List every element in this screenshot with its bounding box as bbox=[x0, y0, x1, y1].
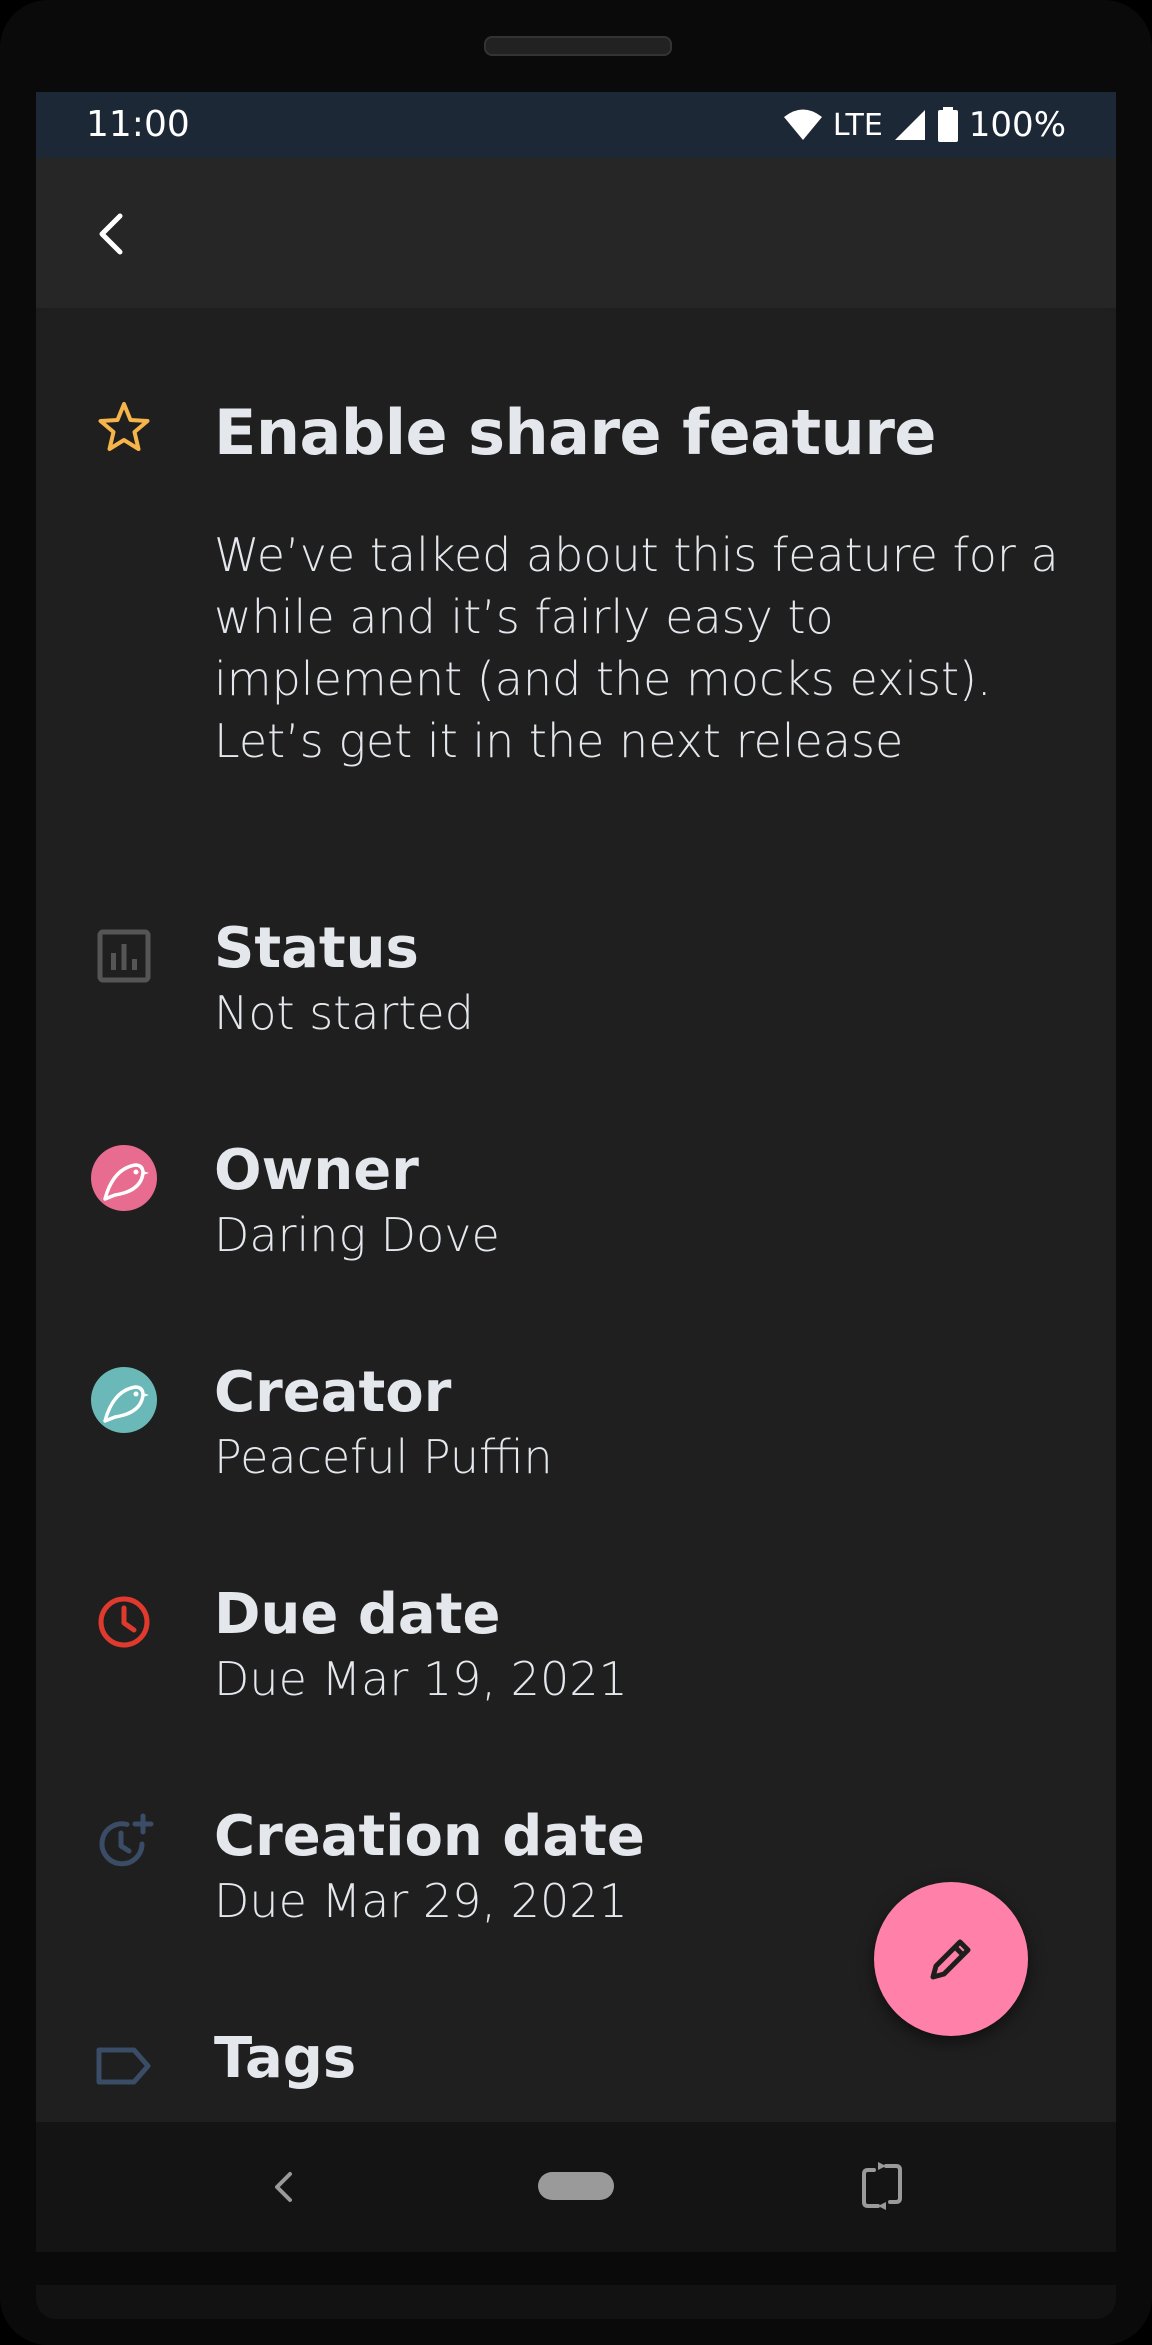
creator-value: Peaceful Puffin bbox=[214, 1430, 553, 1484]
owner-avatar[interactable] bbox=[90, 1144, 158, 1212]
label-icon bbox=[90, 2032, 158, 2100]
clock-plus-icon bbox=[90, 1810, 158, 1878]
tags-label: Tags bbox=[214, 2026, 357, 2091]
clock-icon bbox=[90, 1588, 158, 1656]
device-frame: 11:00 LTE 100% Enable share feature We’v… bbox=[0, 0, 1152, 2345]
nav-back-icon[interactable] bbox=[258, 2162, 308, 2212]
back-button[interactable] bbox=[76, 198, 148, 270]
status-indicators: LTE 100% bbox=[783, 102, 1066, 148]
pencil-icon bbox=[930, 1939, 971, 1980]
system-nav-bar bbox=[36, 2122, 1116, 2252]
star-outline-icon[interactable] bbox=[96, 400, 152, 456]
status-bar: 11:00 LTE 100% bbox=[36, 92, 1116, 158]
creator-avatar[interactable] bbox=[90, 1366, 158, 1434]
owner-value: Daring Dove bbox=[214, 1208, 500, 1262]
network-type: LTE bbox=[832, 107, 883, 143]
owner-field: Owner Daring Dove bbox=[36, 1138, 1116, 1278]
battery-percent: 100% bbox=[968, 105, 1066, 145]
due-date-field: Due date Due Mar 19, 2021 bbox=[36, 1582, 1116, 1722]
status-value: Not started bbox=[214, 986, 474, 1040]
screen: 11:00 LTE 100% Enable share feature We’v… bbox=[36, 92, 1116, 2252]
signal-icon bbox=[894, 110, 925, 140]
owner-label: Owner bbox=[214, 1138, 419, 1203]
bird-avatar-icon bbox=[91, 1367, 157, 1433]
app-bar bbox=[36, 158, 1116, 308]
creator-label: Creator bbox=[214, 1360, 452, 1425]
bird-avatar-icon bbox=[91, 1145, 157, 1211]
task-description: We’ve talked about this feature for a wh… bbox=[214, 528, 1059, 768]
creation-date-label: Creation date bbox=[214, 1804, 645, 1869]
creator-field: Creator Peaceful Puffin bbox=[36, 1360, 1116, 1500]
status-label: Status bbox=[214, 916, 419, 981]
creation-date-value: Due Mar 29, 2021 bbox=[214, 1874, 628, 1928]
chevron-left-icon bbox=[99, 213, 123, 255]
battery-icon bbox=[937, 107, 958, 142]
nav-home-button[interactable] bbox=[538, 2172, 614, 2200]
task-title: Enable share feature bbox=[214, 396, 936, 469]
status-time: 11:00 bbox=[86, 104, 190, 145]
chart-icon bbox=[90, 922, 158, 990]
wifi-icon bbox=[783, 109, 822, 140]
edit-fab-button[interactable] bbox=[874, 1882, 1028, 2036]
speaker-grille bbox=[484, 36, 672, 56]
due-date-value: Due Mar 19, 2021 bbox=[214, 1652, 628, 1706]
status-field: Status Not started bbox=[36, 916, 1116, 1056]
device-chin bbox=[36, 2285, 1116, 2319]
rotate-icon[interactable] bbox=[854, 2158, 910, 2214]
due-date-label: Due date bbox=[214, 1582, 501, 1647]
